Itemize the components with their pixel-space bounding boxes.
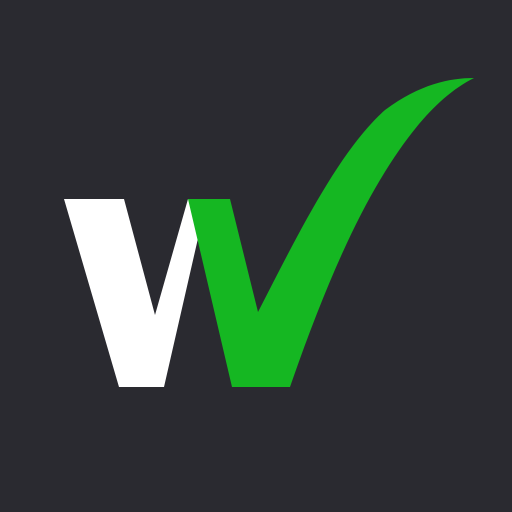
icon-background [0,0,512,512]
app-icon [0,0,512,512]
check-w-logo-icon [0,0,512,512]
